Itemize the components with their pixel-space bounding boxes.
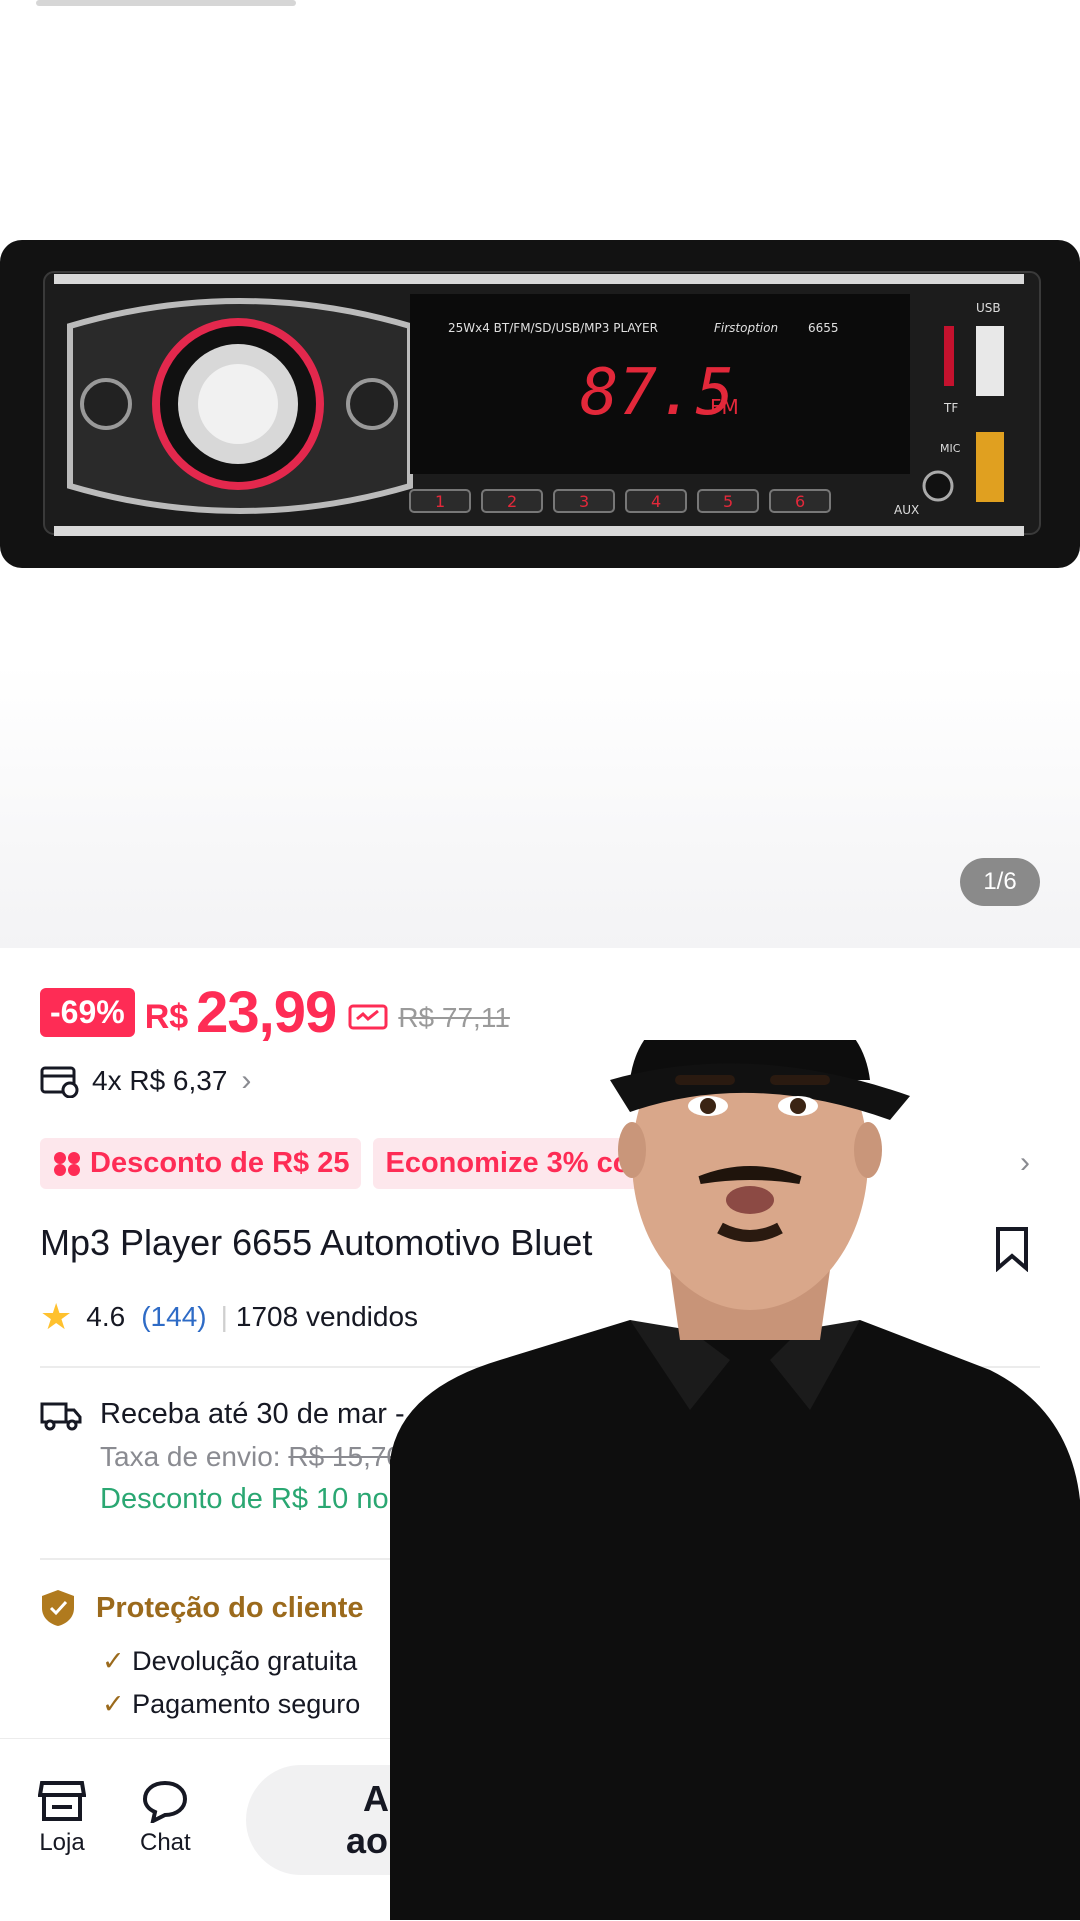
chevron-right-icon: › (241, 1064, 252, 1097)
chat-nav-button[interactable]: Chat (140, 1779, 191, 1857)
coupon-icon (54, 1151, 80, 1176)
review-count: (144) (141, 1301, 207, 1332)
stereo-usb-label: USB (976, 301, 1001, 315)
old-price: R$ 77,11 (398, 1002, 510, 1033)
separator: | (220, 1301, 228, 1332)
protection-item: Pagamento seguro (132, 1689, 361, 1719)
preset-number: 4 (651, 492, 661, 511)
discount-badge: -69% (40, 987, 135, 1037)
check-icon: ✓ (102, 1646, 125, 1676)
store-label: Loja (39, 1829, 85, 1856)
customer-protection[interactable]: Proteção do cliente ✓ Devolução gratuita… (40, 1588, 364, 1720)
image-counter: 1/6 (960, 858, 1040, 906)
shield-icon (42, 1590, 74, 1626)
shipping-fee-label: Taxa de envio: (100, 1441, 281, 1472)
installments-row[interactable]: 4x R$ 6,37 › (40, 1064, 251, 1098)
scroll-indicator (36, 0, 296, 6)
stereo-tf-label: TF (943, 401, 958, 415)
preset-number: 6 (795, 492, 805, 511)
stereo-brand-text: Firstoption (714, 321, 778, 335)
store-icon (38, 1781, 86, 1821)
protection-item: Devolução gratuita (132, 1646, 358, 1676)
preset-number: 3 (579, 492, 589, 511)
chat-icon (143, 1780, 188, 1823)
stereo-mic-label: MIC (940, 442, 961, 455)
star-icon: ★ (40, 1296, 73, 1337)
price-currency: R$ (144, 997, 189, 1036)
check-icon: ✓ (102, 1689, 125, 1719)
truck-icon (40, 1402, 82, 1430)
preset-number: 1 (435, 492, 445, 511)
rating-row[interactable]: ★ 4.6 (144) | 1708 vendidos (40, 1296, 418, 1338)
chat-label: Chat (140, 1829, 191, 1856)
shipping-fee-old: R$ 15,70 (288, 1441, 402, 1472)
promo-chip-label: Desconto de R$ 25 (90, 1147, 350, 1179)
stereo-model-text: 6655 (808, 321, 839, 335)
protection-title: Proteção do cliente (96, 1591, 364, 1624)
price-row: -69% R$ 23,99 R$ 77,11 (40, 980, 510, 1045)
installments-text: 4x R$ 6,37 (92, 1065, 228, 1096)
presenter-video-overlay (390, 1040, 1080, 1920)
rating-value: 4.6 (86, 1301, 126, 1332)
preset-number: 5 (723, 492, 733, 511)
stereo-header-text: 25Wx4 BT/FM/SD/USB/MP3 PLAYER (448, 321, 658, 335)
stereo-band: FM (710, 395, 739, 419)
promo-chip-discount[interactable]: Desconto de R$ 25 (40, 1138, 362, 1189)
car-stereo-image: 25Wx4 BT/FM/SD/USB/MP3 PLAYER Firstoptio… (0, 240, 1080, 568)
price-protection-icon (348, 1004, 388, 1030)
calendar-card-icon (40, 1066, 79, 1098)
price-amount: 23,99 (196, 979, 337, 1045)
preset-number: 2 (507, 492, 517, 511)
stereo-aux-label: AUX (894, 503, 919, 517)
store-nav-button[interactable]: Loja (38, 1779, 86, 1857)
